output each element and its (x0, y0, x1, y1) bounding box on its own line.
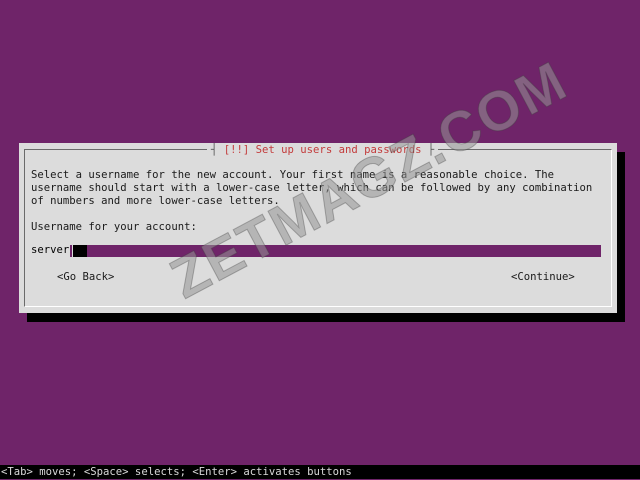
dialog-title: [!!] Set up users and passwords (223, 144, 422, 156)
prompt-line: of numbers and more lower-case letters. (31, 195, 280, 207)
title-left-edge: ┤ (211, 144, 224, 156)
installer-screen: ┤ [!!] Set up users and passwords ├ Sele… (0, 0, 640, 480)
continue-button[interactable]: <Continue> (511, 271, 575, 284)
username-input[interactable]: server (31, 245, 601, 257)
setup-users-dialog: ┤ [!!] Set up users and passwords ├ Sele… (19, 143, 617, 313)
prompt-line: Select a username for the new account. Y… (31, 169, 554, 181)
title-right-edge: ├ (421, 144, 435, 156)
go-back-button[interactable]: <Go Back> (57, 271, 114, 284)
prompt-text: Select a username for the new account. Y… (31, 169, 592, 208)
username-input-value: server (31, 245, 71, 257)
username-field-label: Username for your account: (31, 221, 197, 233)
text-cursor (72, 245, 87, 257)
dialog-title-container: ┤ [!!] Set up users and passwords ├ (207, 144, 439, 157)
prompt-line: username should start with a lower-case … (31, 182, 593, 194)
help-statusbar: <Tab> moves; <Space> selects; <Enter> ac… (0, 465, 640, 479)
